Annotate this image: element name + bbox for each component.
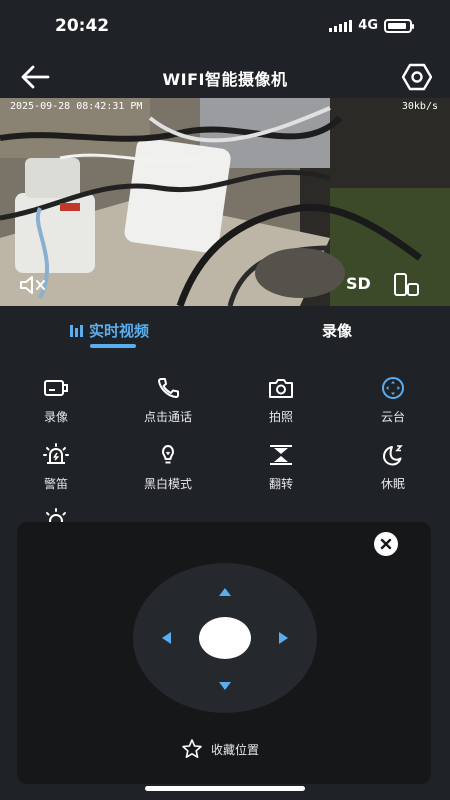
tab-recording[interactable]: 录像 [322, 320, 352, 341]
phone-icon [154, 376, 182, 400]
arrow-up-icon[interactable] [217, 585, 233, 599]
func-sleep[interactable]: 休眠 [348, 443, 438, 492]
star-outline-icon [182, 739, 202, 758]
video-record-icon [42, 376, 70, 400]
ptz-icon [379, 376, 407, 400]
status-indicators: 4G [329, 18, 414, 33]
page-title: WIFI智能摄像机 [162, 70, 288, 89]
camera-image [0, 98, 450, 306]
signal-icon [329, 19, 353, 32]
view-tabs: 实时视频 录像 [0, 316, 450, 352]
func-label: 云台 [380, 410, 405, 424]
tab-live-video[interactable]: 实时视频 [70, 320, 149, 341]
tab-record-label: 录像 [322, 322, 353, 340]
favorite-position-button[interactable]: 收藏位置 [181, 738, 259, 760]
status-bar: 20:42 4G [0, 0, 450, 54]
pad-center-button[interactable] [199, 617, 251, 659]
network-type: 4G [358, 18, 378, 33]
func-siren[interactable]: 警笛 [11, 443, 101, 492]
func-label: 警笛 [43, 477, 68, 491]
favorite-label: 收藏位置 [211, 742, 260, 757]
func-label: 点击通话 [143, 410, 192, 424]
close-icon [380, 538, 392, 550]
ptz-panel: 收藏位置 [17, 522, 431, 784]
func-label: 黑白模式 [143, 477, 192, 491]
speaker-muted-icon [20, 276, 45, 294]
func-label: 录像 [43, 410, 68, 424]
func-ptz[interactable]: 云台 [348, 376, 438, 425]
screen-rotate-icon [394, 273, 419, 296]
func-flip[interactable]: 翻转 [236, 443, 326, 492]
func-snapshot[interactable]: 拍照 [236, 376, 326, 425]
osd-timestamp: 2025-09-28 08:42:31 PM [10, 101, 143, 112]
arrow-right-icon[interactable] [275, 631, 291, 645]
settings-button[interactable] [401, 62, 433, 92]
arrow-left-icon[interactable] [159, 631, 175, 645]
moon-sleep-icon [379, 443, 407, 467]
battery-icon [384, 18, 414, 33]
func-call[interactable]: 点击通话 [123, 376, 213, 425]
close-button[interactable] [374, 532, 398, 556]
active-tab-indicator [90, 344, 136, 348]
home-indicator[interactable] [145, 786, 305, 791]
bitrate-readout: 30kb/s [401, 101, 438, 112]
fullscreen-rotate-button[interactable] [392, 272, 420, 298]
status-time: 20:42 [55, 16, 110, 36]
func-record[interactable]: 录像 [11, 376, 101, 425]
nav-bar: WIFI智能摄像机 [0, 54, 450, 100]
live-bars-icon [70, 324, 83, 337]
tab-live-label: 实时视频 [89, 322, 150, 340]
flip-icon [267, 443, 295, 467]
lightbulb-icon [154, 443, 182, 467]
direction-pad [133, 563, 317, 713]
hexagon-settings-icon [401, 63, 433, 91]
siren-icon [42, 443, 70, 467]
sd-quality-button[interactable]: SD [346, 274, 371, 293]
camera-icon [267, 376, 295, 400]
mute-button[interactable] [18, 274, 48, 296]
func-label: 翻转 [268, 477, 293, 491]
arrow-down-icon[interactable] [217, 679, 233, 693]
func-bw-mode[interactable]: 黑白模式 [123, 443, 213, 492]
video-feed[interactable]: 2025-09-28 08:42:31 PM 30kb/s SD [0, 98, 450, 306]
func-label: 拍照 [268, 410, 293, 424]
func-label: 休眠 [380, 477, 405, 491]
